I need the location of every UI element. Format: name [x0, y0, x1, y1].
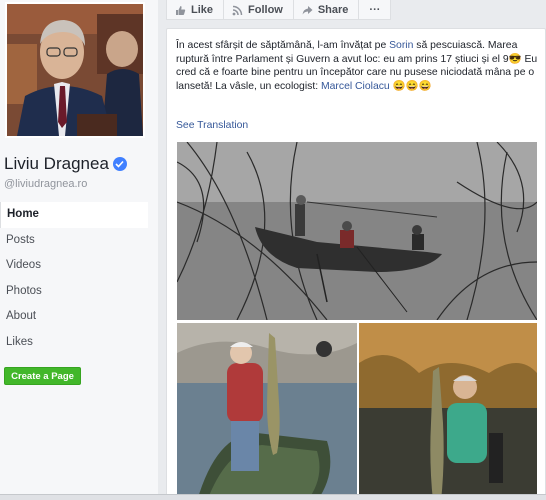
sunglasses-emoji-icon: 😎: [508, 53, 522, 65]
nav-item-photos[interactable]: Photos: [0, 279, 148, 305]
mention-link[interactable]: Marcel Ciolacu: [321, 81, 390, 92]
nav-item-videos[interactable]: Videos: [0, 253, 148, 279]
nav-item-posts[interactable]: Posts: [0, 228, 148, 254]
share-arrow-icon: [302, 5, 313, 14]
post-card: În acest sfârșit de săptămână, l-am învă…: [166, 28, 546, 500]
nav-item-likes[interactable]: Likes: [0, 330, 148, 356]
profile-photo[interactable]: [5, 2, 145, 138]
like-label: Like: [191, 4, 214, 16]
post-text: În acest sfârșit de săptămână, l-am învă…: [176, 39, 538, 93]
post-photo-fish-2[interactable]: [359, 323, 537, 500]
rss-follow-icon: [232, 5, 243, 15]
page-name[interactable]: Liviu Dragnea: [4, 154, 127, 174]
page-sidebar: Liviu Dragnea @liviudragnea.ro Home Post…: [0, 0, 158, 500]
like-button[interactable]: Like: [167, 0, 225, 20]
page-action-bar: Like Follow Share ···: [166, 0, 392, 20]
page-handle[interactable]: @liviudragnea.ro: [4, 178, 87, 190]
bottom-taskbar-edge: [0, 494, 546, 500]
more-options-button[interactable]: ···: [359, 0, 390, 20]
follow-label: Follow: [248, 4, 283, 16]
create-page-button[interactable]: Create a Page: [4, 367, 81, 385]
more-options-icon: ···: [369, 4, 381, 16]
profile-photo-image: [7, 4, 143, 136]
main-column: Like Follow Share ··· În acest sfârșit d…: [158, 0, 546, 500]
post-photo-fish-1[interactable]: [177, 323, 357, 500]
nav-item-home[interactable]: Home: [0, 202, 148, 228]
man-green-shirt-image: [359, 323, 537, 500]
mention-link[interactable]: Sorin: [389, 40, 413, 51]
post-text-part: În acest sfârșit de săptămână, l-am învă…: [176, 40, 390, 51]
see-translation-link[interactable]: See Translation: [176, 120, 248, 131]
follow-button[interactable]: Follow: [224, 0, 294, 20]
verified-badge-icon: [112, 157, 127, 171]
page-nav: Home Posts Videos Photos About Likes: [0, 202, 148, 355]
laughing-emoji-icon: 😄😄😄: [392, 80, 432, 92]
nav-item-about[interactable]: About: [0, 304, 148, 330]
man-with-pike-image: [177, 323, 357, 500]
page-name-text: Liviu Dragnea: [4, 154, 109, 173]
share-label: Share: [317, 4, 349, 16]
boat-lake-image: [177, 142, 537, 320]
post-photo-boat[interactable]: [177, 142, 537, 320]
share-button[interactable]: Share: [294, 0, 360, 20]
thumbs-up-icon: [176, 5, 186, 15]
